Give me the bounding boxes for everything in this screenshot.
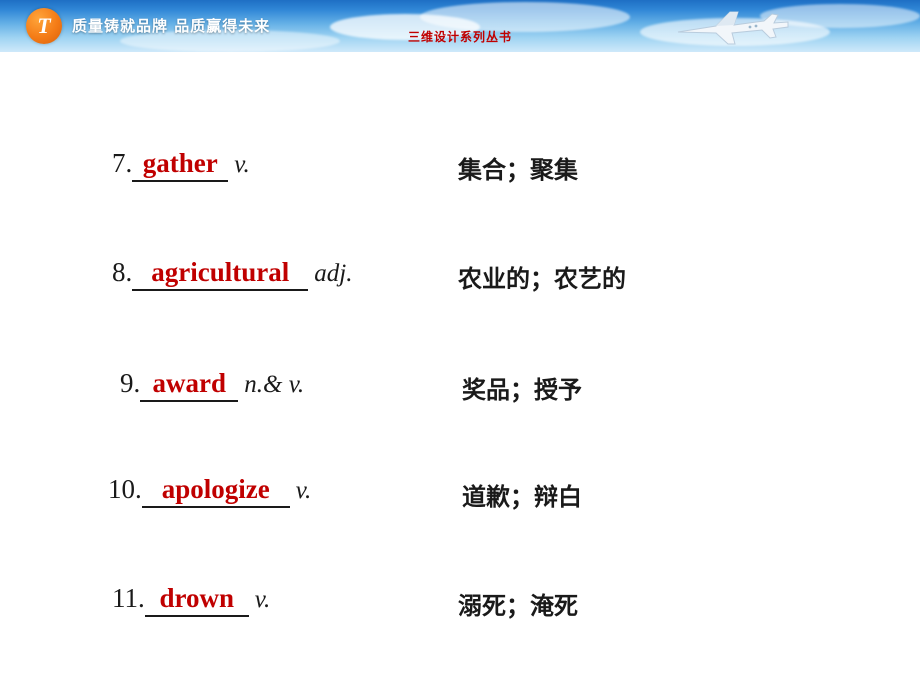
word-meaning: 溺死；淹死 xyxy=(458,592,578,620)
list-item: 12.obviousadj. 明显的；显而易见的 xyxy=(0,373,920,690)
part-of-speech: v. xyxy=(254,586,271,613)
list-item: 9. award n.& v. 奖品；授予 xyxy=(0,220,920,404)
list-item: 13.remindv. 提醒；使想起 xyxy=(0,424,920,475)
answer-blank: drown xyxy=(144,583,249,617)
item-number: 11. xyxy=(112,583,145,613)
header-banner: T 质量铸就品牌 品质赢得未来 三维设计系列丛书 xyxy=(0,0,920,52)
vocabulary-list: 7. gather v. 集合；聚集 8. agricultural adj. 农业的；… xyxy=(0,118,920,690)
list-item: 10. apologize v. 道歉；辩白 xyxy=(0,271,920,511)
word-entry-left: 11. drown v. xyxy=(112,583,270,617)
list-item: 14.forgivev. 饶恕；原谅 xyxy=(0,475,920,526)
list-item: 11. drown v. 溺死；淹死 xyxy=(0,322,920,620)
list-item: 7. gather v. 集合；聚集 xyxy=(0,118,920,184)
list-item: 8. agricultural adj. 农业的；农艺的 xyxy=(0,169,920,293)
series-title: 三维设计系列丛书 xyxy=(407,30,512,44)
slide: T 质量铸就品牌 品质赢得未来 三维设计系列丛书 7. gather v. 集合；聚… xyxy=(0,0,920,690)
